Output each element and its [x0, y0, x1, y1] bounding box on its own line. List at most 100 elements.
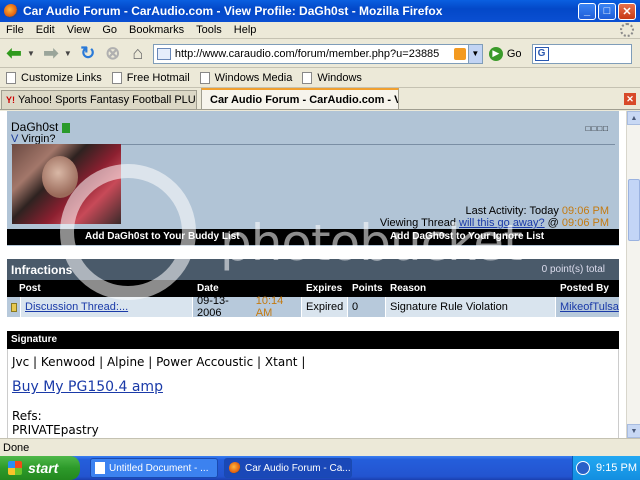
- url-dropdown-icon[interactable]: ▼: [467, 44, 482, 63]
- reload-icon[interactable]: ↻: [77, 43, 99, 65]
- bookmark-label: Windows: [317, 72, 362, 84]
- infraction-time: 10:14 AM: [255, 295, 284, 319]
- go-arrow-icon: ▶: [488, 46, 503, 61]
- tab-yahoo-fantasy[interactable]: Y! Yahoo! Sports Fantasy Football PLUS: [1, 90, 197, 109]
- page-icon: [302, 72, 313, 84]
- infractions-total: 0 point(s) total: [541, 264, 605, 275]
- firefox-icon: [229, 462, 241, 474]
- scroll-down-icon[interactable]: ▼: [627, 424, 640, 438]
- rss-icon[interactable]: [453, 47, 466, 60]
- posted-by-link[interactable]: MikeofTulsa: [560, 301, 619, 313]
- taskbar-item-firefox[interactable]: Car Audio Forum - Ca...: [224, 458, 352, 478]
- infraction-date: 09-13-2006: [197, 295, 229, 319]
- col-posted-by: Posted By: [560, 283, 609, 294]
- menu-help[interactable]: Help: [228, 24, 263, 36]
- stop-icon[interactable]: ⊗: [102, 43, 124, 65]
- tab-car-audio-forum[interactable]: Car Audio Forum - CarAudio.com - Vie...: [201, 88, 399, 109]
- throbber-icon: [620, 23, 634, 37]
- menu-bar: File Edit View Go Bookmarks Tools Help: [0, 22, 640, 39]
- yahoo-icon: Y!: [6, 95, 15, 105]
- page-viewport: DaGh0st V Virgin? □□□□ Last Activity: To…: [0, 111, 626, 438]
- add-ignore-link[interactable]: Add DaGh0st to Your Ignore List: [390, 231, 544, 242]
- profile-action-bar: Add DaGh0st to Your Buddy List Add DaGh0…: [7, 229, 619, 245]
- status-bar: Done: [0, 438, 640, 456]
- maximize-button[interactable]: □: [598, 2, 616, 20]
- infraction-reason-cell: Signature Rule Violation: [386, 297, 556, 317]
- table-row: Discussion Thread:... 09-13-2006 10:14 AM…: [7, 295, 619, 319]
- infraction-points-cell: 0: [348, 297, 386, 317]
- col-post: Post: [19, 283, 41, 294]
- tab-label: Car Audio Forum - CarAudio.com - Vie...: [210, 93, 399, 106]
- home-icon[interactable]: ⌂: [127, 43, 149, 65]
- go-button[interactable]: ▶ Go: [488, 46, 522, 61]
- bookmark-label: Customize Links: [21, 72, 102, 84]
- forward-icon[interactable]: ➡: [40, 43, 62, 65]
- username-text: DaGh0st: [11, 120, 59, 134]
- close-button[interactable]: ✕: [618, 2, 636, 20]
- document-icon: [95, 462, 105, 474]
- network-icon[interactable]: [576, 461, 590, 475]
- viewing-thread-label: Viewing Thread: [379, 217, 456, 229]
- bookmark-windows-media[interactable]: Windows Media: [199, 72, 293, 84]
- minimize-button[interactable]: _: [578, 2, 596, 20]
- profile-header: DaGh0st V Virgin? □□□□ Last Activity: To…: [7, 111, 619, 246]
- site-favicon: [156, 47, 171, 60]
- page-icon: [6, 72, 16, 84]
- add-buddy-link[interactable]: Add DaGh0st to Your Buddy List: [85, 231, 240, 242]
- window-title: Car Audio Forum - CarAudio.com - View Pr…: [23, 4, 443, 18]
- taskbar-item-untitled-document[interactable]: Untitled Document - ...: [90, 458, 218, 478]
- windows-logo-icon: [8, 461, 22, 475]
- bookmark-windows[interactable]: Windows: [302, 72, 362, 84]
- viewing-thread-link[interactable]: will this go away?: [459, 217, 545, 229]
- refs-label: Refs:: [12, 409, 42, 423]
- start-button[interactable]: start: [0, 456, 80, 480]
- menu-go[interactable]: Go: [96, 24, 123, 36]
- infractions-title: Infractions: [11, 263, 73, 277]
- windows-taskbar: start Untitled Document - ... Car Audio …: [0, 456, 640, 480]
- profile-menu-icon[interactable]: □□□□: [586, 124, 609, 133]
- signature-title: Signature: [11, 334, 58, 345]
- close-tab-icon[interactable]: ✕: [624, 93, 636, 105]
- bookmark-customize-links[interactable]: Customize Links: [6, 72, 102, 84]
- url-bar[interactable]: http://www.caraudio.com/forum/member.php…: [152, 43, 483, 64]
- url-text[interactable]: http://www.caraudio.com/forum/member.php…: [175, 48, 454, 60]
- navigation-toolbar: ⬅ ▼ ➡ ▼ ↻ ⊗ ⌂ http://www.caraudio.com/fo…: [0, 40, 640, 68]
- signature-link[interactable]: Buy My PG150.4 amp: [12, 379, 163, 395]
- bookmark-label: Free Hotmail: [126, 72, 190, 84]
- clock: 9:15 PM: [596, 462, 637, 474]
- back-icon[interactable]: ⬅: [3, 43, 25, 65]
- infraction-date-cell: 09-13-2006 10:14 AM: [193, 295, 302, 319]
- system-tray: 9:15 PM: [572, 456, 640, 480]
- page-icon: [199, 72, 210, 84]
- menu-file[interactable]: File: [0, 24, 30, 36]
- tab-label: Yahoo! Sports Fantasy Football PLUS: [18, 94, 197, 106]
- infractions-header: Infractions 0 point(s) total: [7, 259, 619, 280]
- go-label: Go: [506, 47, 522, 60]
- menu-view[interactable]: View: [61, 24, 97, 36]
- forward-dropdown-icon[interactable]: ▼: [64, 49, 72, 58]
- menu-tools[interactable]: Tools: [190, 24, 228, 36]
- scroll-thumb[interactable]: [628, 179, 640, 241]
- start-label: start: [28, 460, 59, 476]
- last-activity-time: 09:06 PM: [561, 205, 609, 217]
- infraction-post-link[interactable]: Discussion Thread:...: [25, 301, 128, 313]
- bookmark-free-hotmail[interactable]: Free Hotmail: [111, 72, 190, 84]
- google-icon[interactable]: G: [534, 46, 549, 61]
- col-expires: Expires: [306, 283, 343, 294]
- infraction-status-cell: [7, 297, 21, 317]
- menu-bookmarks[interactable]: Bookmarks: [123, 24, 190, 36]
- back-dropdown-icon[interactable]: ▼: [27, 49, 35, 58]
- viewing-at: @: [547, 217, 559, 229]
- scroll-up-icon[interactable]: ▲: [627, 111, 640, 125]
- viewing-time: 09:06 PM: [561, 217, 609, 229]
- taskbar-item-label: Car Audio Forum - Ca...: [245, 462, 351, 474]
- search-input[interactable]: G: [531, 43, 632, 64]
- tab-bar: Y! Yahoo! Sports Fantasy Football PLUS C…: [0, 88, 640, 110]
- bookmark-label: Windows Media: [214, 72, 293, 84]
- vertical-scrollbar[interactable]: ▲ ▼: [626, 111, 640, 438]
- signature-header: Signature: [7, 331, 619, 349]
- infraction-expires-cell: Expired: [302, 297, 348, 317]
- menu-edit[interactable]: Edit: [30, 24, 61, 36]
- avatar: [12, 144, 121, 224]
- warning-icon: [11, 302, 17, 312]
